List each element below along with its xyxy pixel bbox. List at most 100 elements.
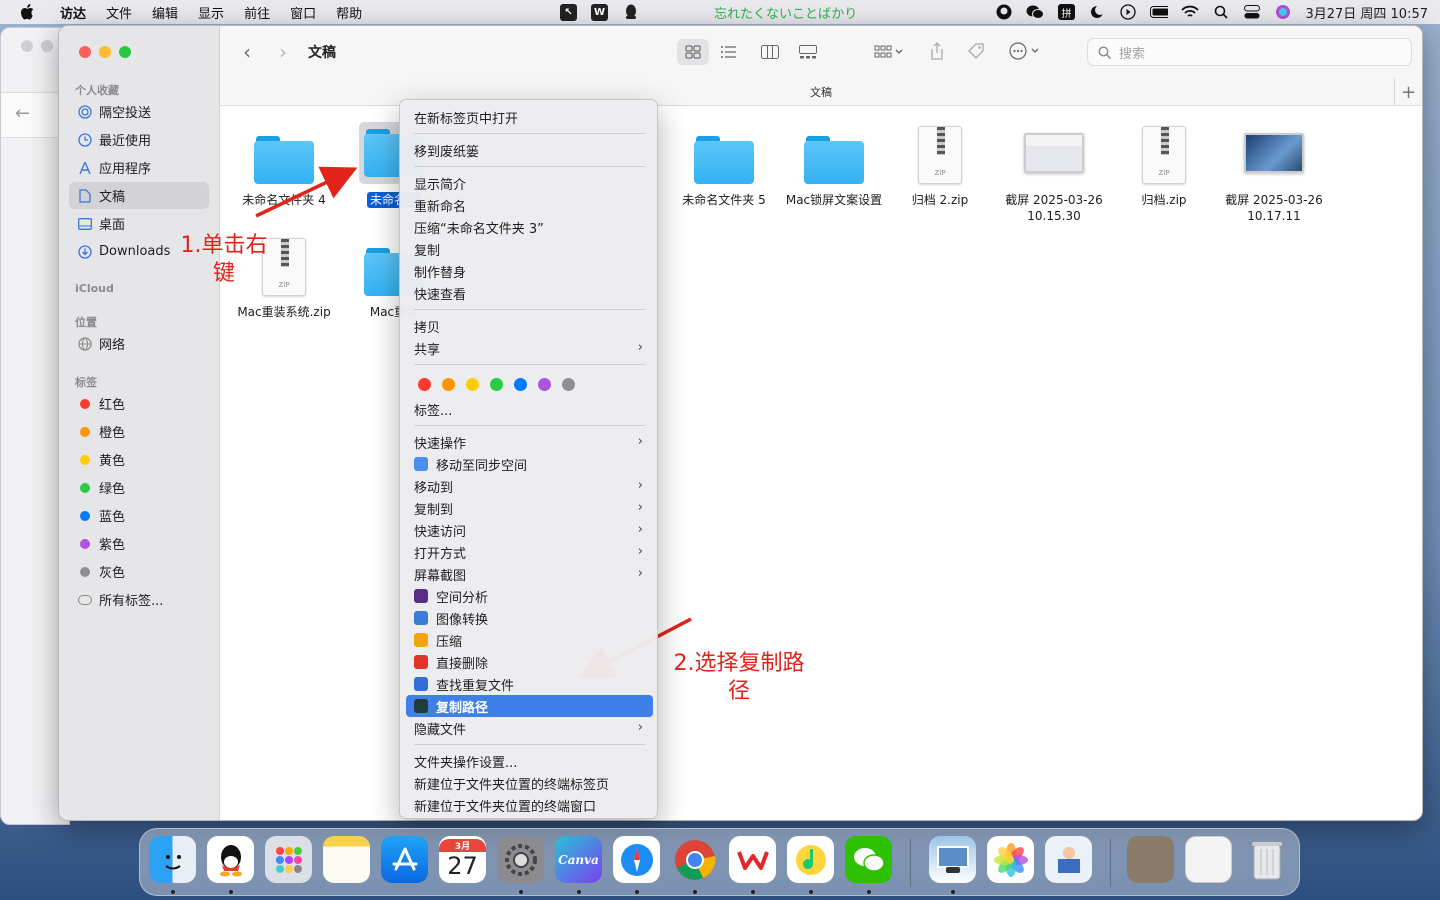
tag-color-option[interactable] bbox=[418, 378, 431, 391]
recent-photo-dock-icon[interactable] bbox=[1127, 836, 1174, 883]
input-method-icon[interactable]: 拼 bbox=[1057, 4, 1075, 20]
tag-color-option[interactable] bbox=[466, 378, 479, 391]
menu-item-move-to-trash[interactable]: 移到废纸篓 bbox=[406, 139, 653, 161]
sidebar-item-tag[interactable]: 红色 bbox=[69, 390, 209, 417]
system-settings-dock-icon[interactable] bbox=[497, 836, 544, 883]
minimize-window-button[interactable] bbox=[99, 46, 111, 58]
notes-dock-icon[interactable] bbox=[323, 836, 370, 883]
menu-go[interactable]: 前往 bbox=[234, 3, 280, 22]
sidebar-item-tag[interactable]: 紫色 bbox=[69, 530, 209, 557]
file-item[interactable]: 截屏 2025-03-26 10.15.30 bbox=[999, 122, 1109, 224]
sidebar-item-airdrop[interactable]: 隔空投送 bbox=[69, 98, 209, 125]
menu-item-compress-tool[interactable]: 压缩 bbox=[406, 629, 653, 651]
menu-item-move-to[interactable]: 移动到 › bbox=[406, 475, 653, 497]
apple-icon[interactable] bbox=[18, 3, 36, 21]
sidebar-item-tag[interactable]: 绿色 bbox=[69, 474, 209, 501]
sidebar-item-applications[interactable]: 应用程序 bbox=[69, 154, 209, 181]
photos-dock-icon[interactable] bbox=[987, 836, 1034, 883]
canva-dock-icon[interactable]: Canva bbox=[555, 836, 602, 883]
file-item[interactable]: 未命名文件夹 4 bbox=[229, 122, 339, 208]
wps-dock-icon[interactable] bbox=[729, 836, 776, 883]
menu-item-delete-directly[interactable]: 直接删除 bbox=[406, 651, 653, 673]
menu-item-make-alias[interactable]: 制作替身 bbox=[406, 260, 653, 282]
safari-dock-icon[interactable] bbox=[613, 836, 660, 883]
downloads-stack-dock-icon[interactable] bbox=[1185, 836, 1232, 883]
menu-item-find-duplicates[interactable]: 查找重复文件 bbox=[406, 673, 653, 695]
gallery-view-button[interactable] bbox=[792, 39, 824, 65]
focus-moon-icon[interactable] bbox=[1088, 4, 1106, 20]
icon-view-button[interactable] bbox=[677, 39, 709, 65]
menu-item-new-terminal-tab[interactable]: 新建位于文件夹位置的终端标签页 bbox=[406, 772, 653, 794]
share-icon[interactable] bbox=[925, 38, 949, 64]
menu-item-open-with[interactable]: 打开方式 › bbox=[406, 541, 653, 563]
cursor-app-icon[interactable]: ↖ bbox=[560, 3, 577, 21]
menu-item-space-analysis[interactable]: 空间分析 bbox=[406, 585, 653, 607]
menu-window[interactable]: 窗口 bbox=[280, 3, 326, 22]
sidebar-item-recents[interactable]: 最近使用 bbox=[69, 126, 209, 153]
tag-icon[interactable] bbox=[963, 38, 989, 64]
finder-dock-icon[interactable] bbox=[149, 836, 196, 883]
battery-icon[interactable] bbox=[1150, 4, 1169, 20]
preview-dock-icon[interactable] bbox=[929, 836, 976, 883]
menubar-clock[interactable]: 3月27日 周四 10:57 bbox=[1305, 3, 1428, 22]
menu-app-name[interactable]: 访达 bbox=[50, 3, 96, 22]
group-by-button[interactable] bbox=[869, 39, 909, 65]
add-tab-button[interactable]: + bbox=[1394, 78, 1422, 106]
menu-item-image-convert[interactable]: 图像转换 bbox=[406, 607, 653, 629]
tag-color-option[interactable] bbox=[514, 378, 527, 391]
github-icon[interactable] bbox=[995, 4, 1013, 20]
spotlight-icon[interactable] bbox=[1212, 4, 1230, 20]
file-item[interactable]: 截屏 2025-03-26 10.17.11 bbox=[1219, 122, 1329, 224]
tag-color-option[interactable] bbox=[442, 378, 455, 391]
menu-item-copy[interactable]: 拷贝 bbox=[406, 315, 653, 337]
sidebar-item-tag[interactable]: 灰色 bbox=[69, 558, 209, 585]
sidebar-item-tag[interactable]: 蓝色 bbox=[69, 502, 209, 529]
launchpad-dock-icon[interactable] bbox=[265, 836, 312, 883]
menu-item-share[interactable]: 共享 › bbox=[406, 337, 653, 359]
menu-item-screenshot[interactable]: 屏幕截图 › bbox=[406, 563, 653, 585]
tag-color-option[interactable] bbox=[538, 378, 551, 391]
wps-tray-icon[interactable]: W bbox=[591, 3, 608, 21]
menu-item-open-new-tab[interactable]: 在新标签页中打开 bbox=[406, 106, 653, 128]
column-view-button[interactable] bbox=[754, 39, 786, 65]
tag-color-option[interactable] bbox=[562, 378, 575, 391]
sidebar-item-tag[interactable]: 橙色 bbox=[69, 418, 209, 445]
more-actions-icon[interactable] bbox=[1005, 38, 1045, 64]
menu-item-move-to-sync[interactable]: 移动至同步空间 bbox=[406, 453, 653, 475]
qq-dock-icon[interactable] bbox=[207, 836, 254, 883]
menu-item-tags[interactable]: 标签... bbox=[406, 398, 653, 420]
play-icon[interactable] bbox=[1119, 4, 1137, 20]
support-app-dock-icon[interactable] bbox=[1045, 836, 1092, 883]
wechat-dock-icon[interactable] bbox=[845, 836, 892, 883]
sidebar-item-all-tags[interactable]: 所有标签... bbox=[69, 586, 209, 613]
menu-view[interactable]: 显示 bbox=[188, 3, 234, 22]
menu-item-copy-to[interactable]: 复制到 › bbox=[406, 497, 653, 519]
qq-music-dock-icon[interactable] bbox=[787, 836, 834, 883]
tag-color-option[interactable] bbox=[490, 378, 503, 391]
list-view-button[interactable] bbox=[713, 39, 745, 65]
menu-item-hidden-files[interactable]: 隐藏文件 › bbox=[406, 717, 653, 739]
qq-tray-icon[interactable] bbox=[622, 4, 640, 20]
back-icon[interactable]: ‹ bbox=[237, 40, 257, 64]
control-center-icon[interactable] bbox=[1243, 4, 1261, 20]
menu-item-compress[interactable]: 压缩“未命名文件夹 3” bbox=[406, 216, 653, 238]
menu-item-rename[interactable]: 重新命名 bbox=[406, 194, 653, 216]
app-store-dock-icon[interactable] bbox=[381, 836, 428, 883]
menu-item-quick-access[interactable]: 快速访问 › bbox=[406, 519, 653, 541]
menu-file[interactable]: 文件 bbox=[96, 3, 142, 22]
chrome-dock-icon[interactable] bbox=[671, 836, 718, 883]
file-item[interactable]: Mac锁屏文案设置 bbox=[779, 122, 889, 208]
wechat-tray-icon[interactable] bbox=[1026, 4, 1045, 20]
sidebar-item-tag[interactable]: 黄色 bbox=[69, 446, 209, 473]
sidebar-item-documents[interactable]: 文稿 bbox=[69, 182, 209, 209]
menu-item-quick-look[interactable]: 快速查看 bbox=[406, 282, 653, 304]
menu-item-copy-path[interactable]: 复制路径 bbox=[406, 695, 653, 717]
menu-item-folder-action-settings[interactable]: 文件夹操作设置... bbox=[406, 750, 653, 772]
trash-dock-icon[interactable] bbox=[1243, 836, 1290, 883]
wifi-icon[interactable] bbox=[1181, 4, 1200, 20]
calendar-dock-icon[interactable]: 3月 27 bbox=[439, 836, 486, 883]
menu-item-duplicate[interactable]: 复制 bbox=[406, 238, 653, 260]
menu-item-new-terminal-window[interactable]: 新建位于文件夹位置的终端窗口 bbox=[406, 794, 653, 816]
file-item[interactable]: ZIP 归档 2.zip bbox=[885, 122, 995, 208]
zoom-window-button[interactable] bbox=[119, 46, 131, 58]
